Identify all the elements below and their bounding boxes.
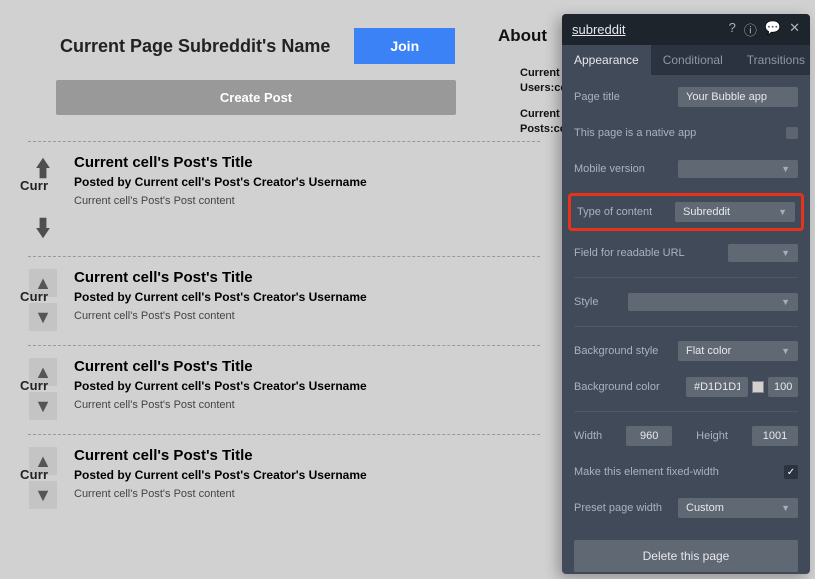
post-title: Current cell's Post's Title	[74, 154, 540, 171]
delete-page-button[interactable]: Delete this page	[574, 540, 798, 572]
post-title: Current cell's Post's Title	[74, 269, 540, 286]
downvote-icon[interactable]: ▼	[29, 481, 57, 509]
panel-element-name[interactable]: subreddit	[572, 22, 625, 37]
curr-label: Curr	[20, 378, 48, 393]
chevron-down-icon: ▼	[781, 346, 790, 356]
post-content: Current cell's Post's Post content	[74, 488, 540, 500]
tab-appearance[interactable]: Appearance	[562, 45, 651, 75]
type-of-content-value: Subreddit	[683, 206, 730, 218]
post-title: Current cell's Post's Title	[74, 447, 540, 464]
chevron-down-icon: ▼	[781, 164, 790, 174]
type-of-content-row: Type of content Subreddit ▼	[568, 193, 804, 231]
chevron-down-icon: ▼	[781, 248, 790, 258]
preset-width-label: Preset page width	[574, 502, 662, 514]
bg-color-swatch[interactable]	[752, 381, 764, 393]
join-button[interactable]: Join	[354, 28, 455, 64]
style-label: Style	[574, 296, 598, 308]
preset-width-value: Custom	[686, 502, 724, 514]
style-select[interactable]: ▼	[628, 293, 798, 311]
post-content: Current cell's Post's Post content	[74, 399, 540, 411]
about-heading: About	[498, 26, 547, 46]
preset-width-select[interactable]: Custom ▼	[678, 498, 798, 518]
type-of-content-select[interactable]: Subreddit ▼	[675, 202, 795, 222]
bg-color-label: Background color	[574, 381, 660, 393]
post-cell: Curr ▲ ▼ Current cell's Post's Title Pos…	[28, 345, 540, 434]
help-icon[interactable]: ?	[729, 20, 736, 39]
property-panel: subreddit ? ⓘ 💬 ✕ Appearance Conditional…	[562, 14, 810, 574]
fixed-width-label: Make this element fixed-width	[574, 466, 719, 478]
height-input[interactable]	[752, 426, 798, 446]
tab-conditional[interactable]: Conditional	[651, 45, 735, 75]
page-title-input[interactable]	[678, 87, 798, 107]
downvote-icon[interactable]: ▼	[29, 303, 57, 331]
post-byline: Posted by Current cell's Post's Creator'…	[74, 290, 540, 304]
bg-style-value: Flat color	[686, 345, 731, 357]
downvote-icon[interactable]: ▼	[29, 392, 57, 420]
native-app-label: This page is a native app	[574, 127, 696, 139]
bg-color-opacity-input[interactable]	[768, 377, 798, 397]
curr-label: Curr	[20, 289, 48, 304]
curr-label: Curr	[20, 178, 48, 193]
post-cell: Curr ▲ ▼ Current cell's Post's Title Pos…	[28, 256, 540, 345]
bg-color-hex-input[interactable]	[686, 377, 748, 397]
mobile-version-label: Mobile version	[574, 163, 645, 175]
comment-icon[interactable]: 💬	[765, 20, 781, 39]
chevron-down-icon: ▼	[781, 503, 790, 513]
readable-url-select[interactable]: ▼	[728, 244, 798, 262]
fixed-width-checkbox[interactable]: ✓	[784, 465, 798, 479]
width-input[interactable]	[626, 426, 672, 446]
post-title: Current cell's Post's Title	[74, 358, 540, 375]
downvote-icon[interactable]	[29, 214, 57, 242]
close-icon[interactable]: ✕	[789, 20, 800, 39]
info-icon[interactable]: ⓘ	[744, 20, 757, 39]
page-subreddit-name: Current Page Subreddit's Name	[60, 36, 330, 57]
post-content: Current cell's Post's Post content	[74, 195, 540, 207]
curr-label: Curr	[20, 467, 48, 482]
height-label: Height	[696, 430, 728, 442]
post-cell: Curr Current cell's Post's Title Posted …	[28, 141, 540, 256]
tab-transitions[interactable]: Transitions	[735, 45, 810, 75]
post-byline: Posted by Current cell's Post's Creator'…	[74, 468, 540, 482]
width-label: Width	[574, 430, 602, 442]
native-app-checkbox[interactable]	[786, 127, 798, 139]
page-title-label: Page title	[574, 91, 620, 103]
type-of-content-label: Type of content	[577, 206, 652, 218]
post-byline: Posted by Current cell's Post's Creator'…	[74, 379, 540, 393]
post-byline: Posted by Current cell's Post's Creator'…	[74, 175, 540, 189]
post-cell: Curr ▲ ▼ Current cell's Post's Title Pos…	[28, 434, 540, 523]
bg-style-select[interactable]: Flat color ▼	[678, 341, 798, 361]
chevron-down-icon: ▼	[781, 297, 790, 307]
chevron-down-icon: ▼	[778, 207, 787, 217]
create-post-button[interactable]: Create Post	[56, 80, 456, 115]
bg-style-label: Background style	[574, 345, 658, 357]
post-content: Current cell's Post's Post content	[74, 310, 540, 322]
mobile-version-select[interactable]: ▼	[678, 160, 798, 178]
readable-url-label: Field for readable URL	[574, 247, 685, 259]
